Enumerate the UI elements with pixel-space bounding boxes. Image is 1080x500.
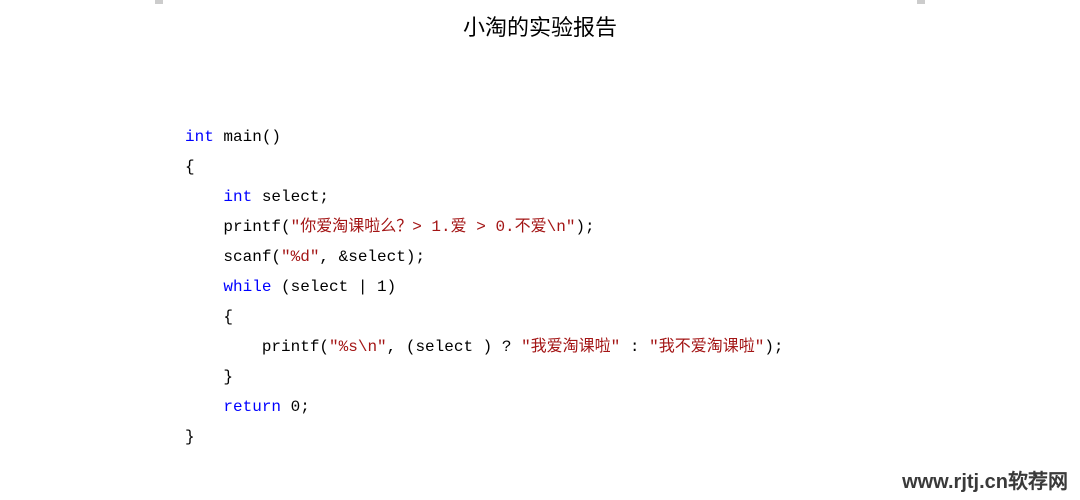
keyword-int: int	[185, 128, 214, 146]
indent	[185, 188, 223, 206]
keyword-return: return	[223, 398, 281, 416]
code-line: return 0;	[185, 392, 1080, 422]
code-text: );	[764, 338, 783, 356]
code-line: }	[185, 422, 1080, 452]
code-line: }	[185, 362, 1080, 392]
code-text: printf(	[185, 218, 291, 236]
indent	[185, 398, 223, 416]
string-literal: "你爱淘课啦么？> 1.爱 > 0.不爱\n"	[291, 218, 576, 236]
code-text: select;	[252, 188, 329, 206]
string-literal: "%s\n"	[329, 338, 387, 356]
string-literal: "我爱淘课啦"	[521, 338, 620, 356]
code-text: 0;	[281, 398, 310, 416]
indent	[185, 278, 223, 296]
code-text: printf(	[185, 338, 329, 356]
code-line: printf("%s\n", (select ) ? "我爱淘课啦" : "我不…	[185, 332, 1080, 362]
code-line: {	[185, 152, 1080, 182]
keyword-int: int	[223, 188, 252, 206]
brace: {	[185, 308, 233, 326]
brace: }	[185, 428, 195, 446]
code-text: scanf(	[185, 248, 281, 266]
code-line: scanf("%d", &select);	[185, 242, 1080, 272]
code-line: int main()	[185, 122, 1080, 152]
code-line: {	[185, 302, 1080, 332]
code-line: while (select | 1)	[185, 272, 1080, 302]
code-text: main()	[214, 128, 281, 146]
watermark-text: www.rjtj.cn软荐网	[902, 465, 1068, 494]
code-text: );	[575, 218, 594, 236]
document-title: 小淘的实验报告	[0, 0, 1080, 42]
code-text: (select | 1)	[271, 278, 396, 296]
document-page: 小淘的实验报告 int main() { int select; printf(…	[0, 0, 1080, 500]
brace: }	[185, 368, 233, 386]
keyword-while: while	[223, 278, 271, 296]
string-literal: "我不爱淘课啦"	[649, 338, 764, 356]
page-corner-left	[155, 0, 163, 4]
string-literal: "%d"	[281, 248, 319, 266]
code-line: printf("你爱淘课啦么？> 1.爱 > 0.不爱\n");	[185, 212, 1080, 242]
code-block: int main() { int select; printf("你爱淘课啦么？…	[185, 122, 1080, 452]
brace: {	[185, 158, 195, 176]
page-corner-right	[917, 0, 925, 4]
code-text: , &select);	[319, 248, 425, 266]
code-text: , (select ) ?	[387, 338, 521, 356]
code-line: int select;	[185, 182, 1080, 212]
code-text: :	[620, 338, 649, 356]
